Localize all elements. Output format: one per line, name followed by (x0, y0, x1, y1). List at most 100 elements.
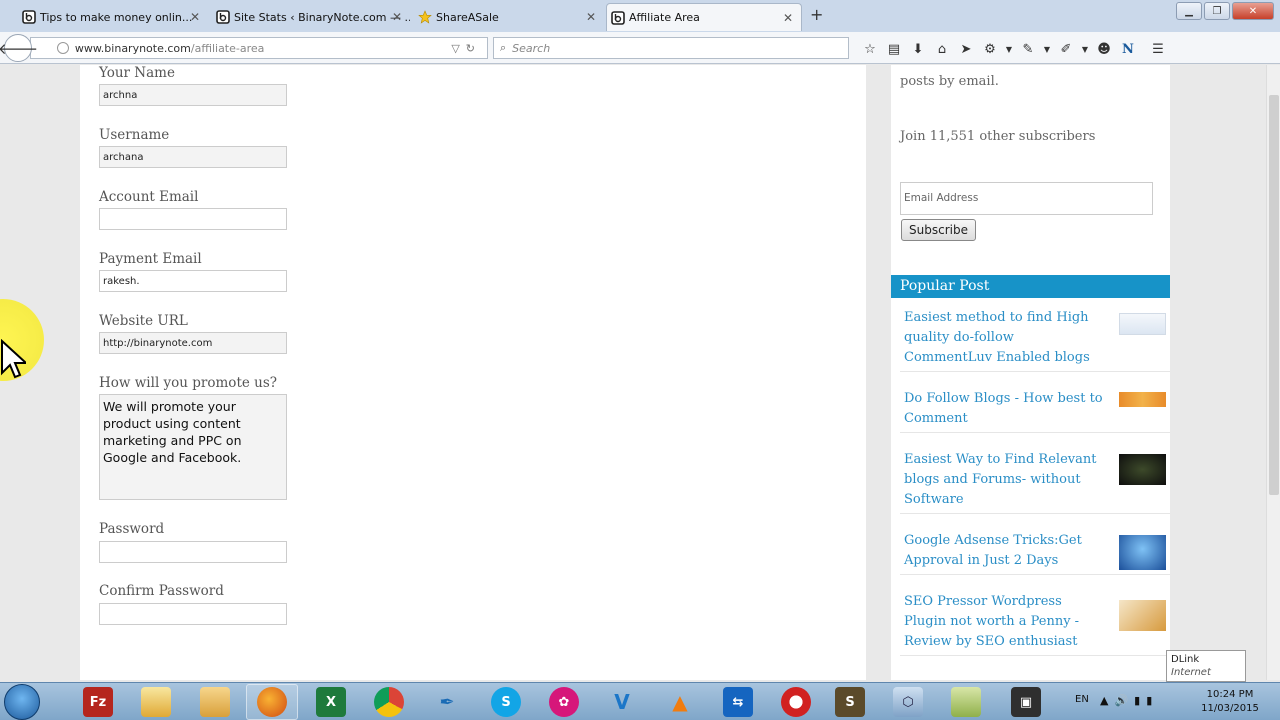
tab-tips[interactable]: Tips to make money onlin... ✕ (18, 3, 208, 31)
chrome-icon[interactable] (374, 687, 404, 717)
posts-by-email-text: posts by email. (900, 74, 999, 89)
page-viewport: Your Name Username Account Email Payment… (0, 65, 1280, 680)
binarynote-favicon-icon (216, 10, 230, 24)
popular-post-item[interactable]: Do Follow Blogs - How best to Comment (900, 389, 1170, 433)
promote-textarea[interactable]: We will promote your product using conte… (99, 394, 287, 500)
post-thumbnail[interactable] (1119, 535, 1166, 570)
tab-title: Affiliate Area (629, 11, 700, 24)
new-tab-plus-icon[interactable]: + (810, 5, 823, 24)
globe-icon (56, 42, 69, 54)
subscribe-email-input[interactable]: Email Address (900, 182, 1153, 215)
firefox-icon[interactable] (257, 687, 287, 717)
chevron-down-icon[interactable]: ▼ (1040, 40, 1054, 58)
popular-post-link[interactable]: SEO Pressor Wordpress Plugin not worth a… (904, 592, 1104, 652)
subscribe-button[interactable]: Subscribe (901, 219, 976, 241)
feather-app-icon[interactable]: ✒ (432, 687, 462, 717)
clock-date: 11/03/2015 (1201, 703, 1259, 714)
page-scrollbar[interactable] (1266, 65, 1280, 680)
system-clock[interactable]: 10:24 PM 11/03/2015 (1190, 688, 1270, 716)
language-indicator[interactable]: EN (1075, 694, 1089, 705)
popular-post-item[interactable]: SEO Pressor Wordpress Plugin not worth a… (900, 592, 1170, 656)
search-input[interactable]: ⌕ Search (493, 37, 849, 59)
url-bar[interactable]: www.binarynote.com/affiliate-area ▽↻ (30, 37, 488, 59)
popular-post-link[interactable]: Google Adsense Tricks:Get Approval in Ju… (904, 531, 1104, 571)
scrollbar-thumb[interactable] (1269, 95, 1279, 495)
reload-icon[interactable]: ▽↻ (451, 42, 481, 55)
password-label: Password (99, 521, 165, 537)
close-tab-icon[interactable]: ✕ (586, 10, 596, 24)
tab-site-stats[interactable]: Site Stats ‹ BinaryNote.com — ... ✕ (212, 3, 410, 31)
vlc-icon[interactable]: ▲ (665, 687, 695, 717)
restore-icon[interactable]: ❐ (1204, 2, 1230, 20)
windows-start-icon[interactable] (4, 684, 40, 720)
download-icon[interactable]: ⬇ (906, 40, 930, 58)
tab-affiliate-area[interactable]: Affiliate Area ✕ (606, 3, 802, 31)
virtualbox-icon[interactable]: ⬡ (893, 687, 923, 717)
contacts-icon[interactable] (141, 687, 171, 717)
website-url-field[interactable] (99, 332, 287, 354)
send-icon[interactable]: ➤ (954, 40, 978, 58)
website-url-label: Website URL (99, 313, 188, 329)
skype-icon[interactable]: S (491, 687, 521, 717)
opera-icon[interactable] (781, 687, 811, 717)
home-icon[interactable]: ⌂ (930, 40, 954, 58)
popular-post-item[interactable]: Google Adsense Tricks:Get Approval in Ju… (900, 531, 1170, 575)
close-window-icon[interactable]: ✕ (1232, 2, 1274, 20)
minimize-icon[interactable]: ▁ (1176, 2, 1202, 20)
tab-shareasale[interactable]: ShareASale ✕ (414, 3, 604, 31)
pink-app-icon[interactable]: ✿ (549, 687, 579, 717)
payment-email-field[interactable] (99, 270, 287, 292)
menu-hamburger-icon[interactable]: ☰ (1146, 40, 1170, 58)
popular-post-heading: Popular Post (891, 275, 1170, 298)
popular-post-link[interactable]: Easiest method to find High quality do-f… (904, 308, 1104, 368)
sublime-icon[interactable]: S (835, 687, 865, 717)
window-controls: ▁ ❐ ✕ (1174, 2, 1274, 20)
popular-post-item[interactable]: Easiest method to find High quality do-f… (900, 308, 1170, 372)
toolbar-icons: ☆ ▤ ⬇ ⌂ ➤ ⚙ ▼ ✎ ▼ ✐ ▼ ☻ N ☰ (858, 40, 1170, 58)
url-text: www.binarynote.com/affiliate-area (74, 41, 265, 55)
post-thumbnail[interactable] (1119, 313, 1166, 335)
notes-icon[interactable] (951, 687, 981, 717)
tray-icons[interactable]: ▲🔊▮▮ (1100, 694, 1158, 707)
excel-icon[interactable]: X (316, 687, 346, 717)
sidebar (891, 65, 1170, 680)
close-tab-icon[interactable]: ✕ (190, 10, 200, 24)
onenote-icon[interactable]: N (1116, 40, 1140, 58)
account-email-label: Account Email (99, 189, 199, 205)
username-field[interactable] (99, 146, 287, 168)
confirm-password-label: Confirm Password (99, 583, 224, 599)
popular-post-item[interactable]: Easiest Way to Find Relevant blogs and F… (900, 450, 1170, 514)
teamviewer-icon[interactable]: ⇆ (723, 687, 753, 717)
chevron-down-icon[interactable]: ▼ (1078, 40, 1092, 58)
explorer-folder-icon[interactable] (200, 687, 230, 717)
bookmark-star-icon[interactable]: ☆ (858, 40, 882, 58)
network-tooltip: DLink Internet access (1166, 650, 1246, 691)
confirm-password-field[interactable] (99, 603, 287, 625)
post-thumbnail[interactable] (1119, 392, 1166, 407)
your-name-field[interactable] (99, 84, 287, 106)
post-thumbnail[interactable] (1119, 600, 1166, 631)
close-tab-icon[interactable]: ✕ (783, 11, 793, 25)
subscriber-count-text: Join 11,551 other subscribers (900, 129, 1096, 144)
chevron-down-icon[interactable]: ▼ (1002, 40, 1016, 58)
tab-title: ShareASale (436, 10, 499, 24)
vnote-icon[interactable]: V (607, 687, 637, 717)
popular-post-link[interactable]: Easiest Way to Find Relevant blogs and F… (904, 450, 1104, 510)
chat-icon[interactable]: ☻ (1092, 40, 1116, 58)
post-thumbnail[interactable] (1119, 454, 1166, 485)
popular-post-link[interactable]: Do Follow Blogs - How best to Comment (904, 389, 1104, 429)
filezilla-icon[interactable]: Fz (83, 687, 113, 717)
account-email-field[interactable] (99, 208, 287, 230)
pen-icon[interactable]: ✎ (1016, 40, 1040, 58)
close-tab-icon[interactable]: ✕ (392, 10, 402, 24)
recorder-icon[interactable]: ▣ (1011, 687, 1041, 717)
taskbar: Fz X ✒ S ✿ V ▲ ⇆ S ⬡ ▣ EN ▲🔊▮▮ 10:24 PM … (0, 682, 1280, 720)
tools-icon[interactable]: ✐ (1054, 40, 1078, 58)
promote-label: How will you promote us? (99, 375, 278, 391)
network-name: DLink (1171, 654, 1200, 665)
back-arrow-icon[interactable]: 🡐 (0, 34, 38, 62)
password-field[interactable] (99, 541, 287, 563)
reading-list-icon[interactable]: ▤ (882, 40, 906, 58)
settings-gear-icon[interactable]: ⚙ (978, 40, 1002, 58)
tab-title: Tips to make money onlin... (40, 10, 193, 24)
